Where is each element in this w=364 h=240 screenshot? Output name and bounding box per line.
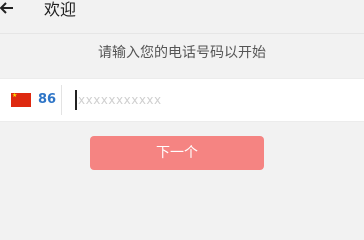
text-cursor [75,90,77,110]
page-title: 欢迎 [44,0,77,19]
country-code-picker[interactable]: ★ 86 [8,79,60,121]
china-flag-icon: ★ [11,92,31,107]
top-bar: 欢迎 [0,0,364,34]
next-button[interactable]: 下一个 [90,136,264,170]
arrow-left-icon [0,2,13,14]
divider [61,85,62,115]
country-code: 86 [38,92,57,107]
phone-prompt: 请输入您的电话号码以开始 [98,45,266,61]
back-button[interactable] [0,0,22,22]
phone-input-row: ★ 86 [0,78,364,122]
phone-number-input[interactable] [68,88,358,112]
